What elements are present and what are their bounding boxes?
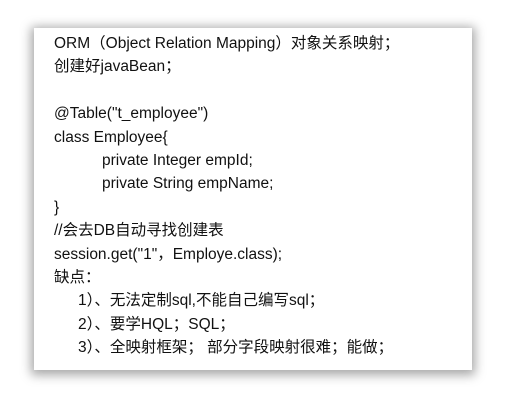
document-card: ORM（Object Relation Mapping）对象关系映射； 创建好j…	[34, 28, 472, 370]
code-line-comment: //会去DB自动寻找创建表	[54, 222, 224, 240]
text-line-blank	[54, 79, 466, 102]
code-line-session-get: session.get("1"，Employe.class);	[54, 245, 283, 263]
code-line-field-empname: private String empName;	[102, 175, 274, 193]
text-line-create-javabean: 创建好javaBean；	[54, 58, 181, 76]
document-text: ORM（Object Relation Mapping）对象关系映射； 创建好j…	[54, 32, 466, 370]
text-line-orm-title: ORM（Object Relation Mapping）对象关系映射；	[54, 35, 400, 52]
code-line-table-annotation: @Table("t_employee")	[54, 105, 209, 123]
list-item-drawback-3: 3）、全映射框架； 部分字段映射很难；能做；	[78, 339, 394, 357]
list-item-drawback-2: 2）、要学HQL；SQL；	[78, 315, 235, 333]
text-line-drawbacks-heading: 缺点：	[54, 268, 101, 286]
code-line-field-empid: private Integer empId;	[102, 151, 253, 169]
list-item-drawback-1: 1）、无法定制sql,不能自己编写sql；	[78, 292, 325, 310]
code-line-closing-brace: }	[54, 198, 60, 216]
code-line-class-declaration: class Employee{	[54, 128, 168, 146]
